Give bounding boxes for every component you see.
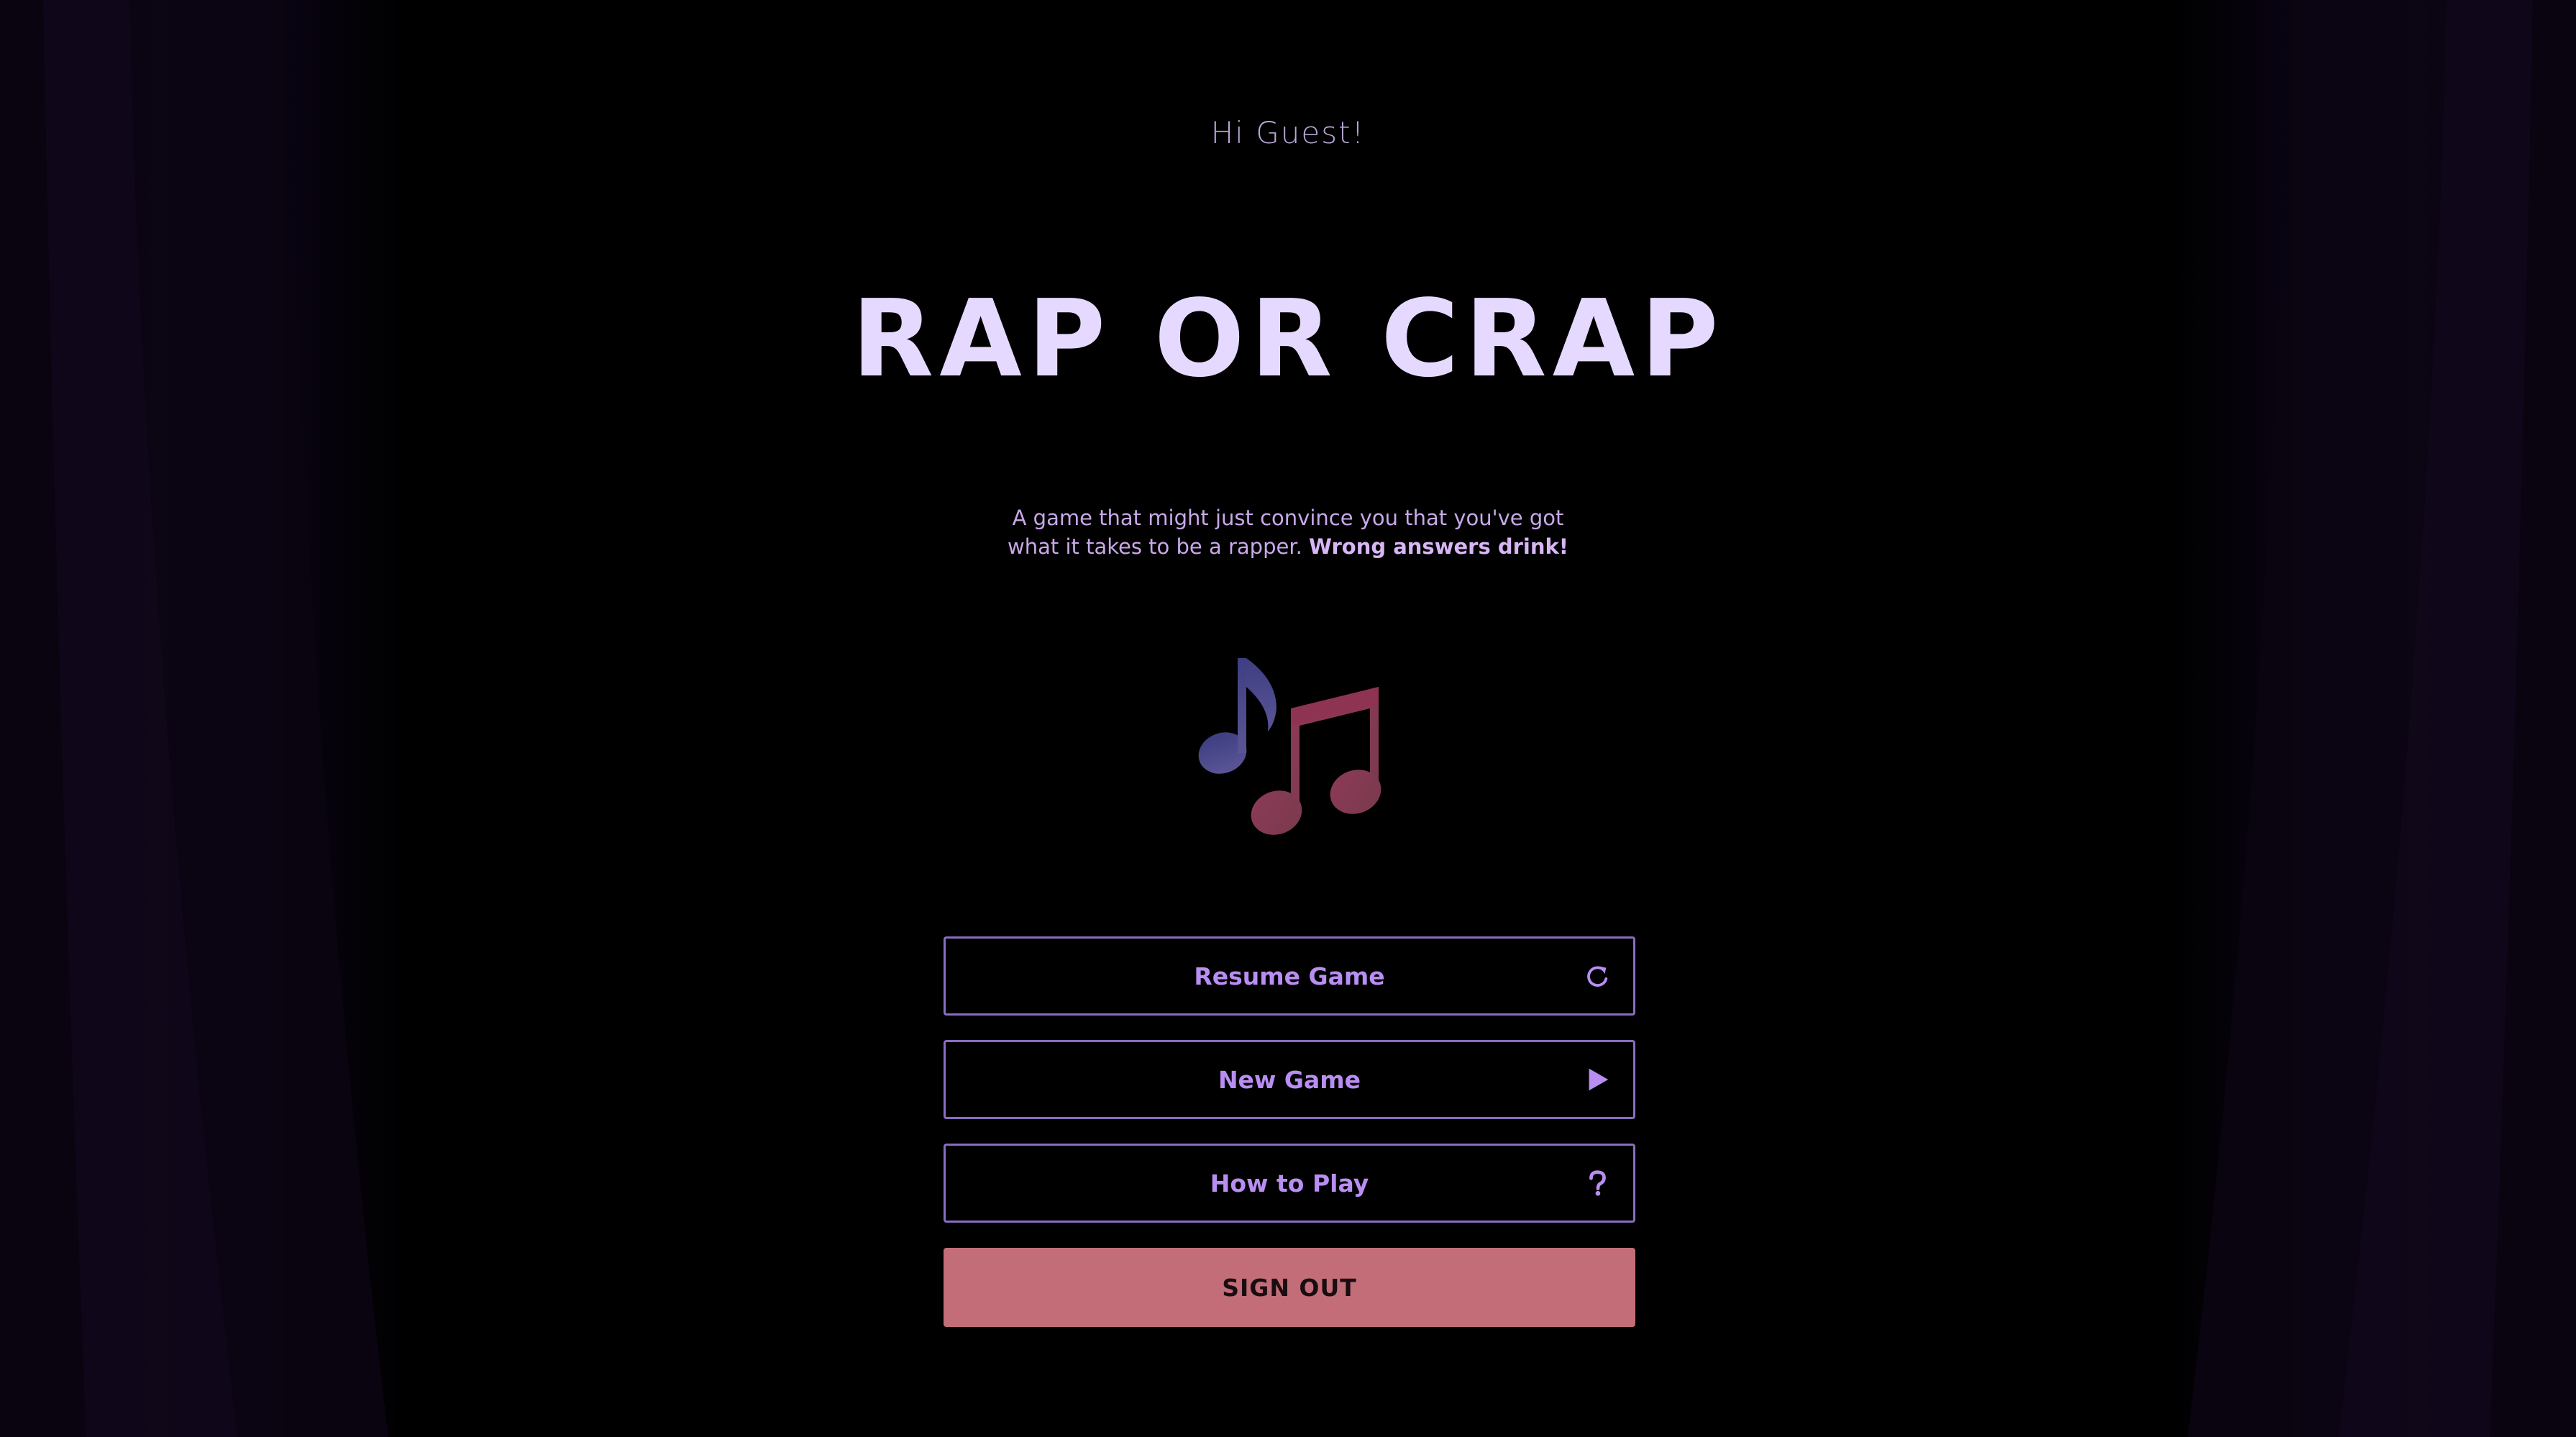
right-curtain [2173, 0, 2576, 1437]
question-icon [1583, 1169, 1612, 1198]
tagline-emphasis: Wrong answers drink! [1309, 534, 1568, 559]
resume-game-button[interactable]: Resume Game [944, 936, 1635, 1016]
tagline: A game that might just convince you that… [1000, 503, 1576, 561]
resume-game-label: Resume Game [1194, 962, 1385, 990]
sign-out-button[interactable]: SIGN OUT [944, 1248, 1635, 1327]
left-curtain [0, 0, 403, 1437]
music-notes-icon [1190, 651, 1392, 852]
play-icon [1583, 1065, 1612, 1094]
how-to-play-label: How to Play [1210, 1169, 1369, 1198]
how-to-play-button[interactable]: How to Play [944, 1144, 1635, 1223]
greeting-text: Hi Guest! [1210, 115, 1366, 150]
sign-out-label: SIGN OUT [1222, 1273, 1357, 1302]
refresh-icon [1583, 962, 1612, 990]
new-game-button[interactable]: New Game [944, 1040, 1635, 1119]
app-title: RAP OR CRAP [851, 277, 1725, 401]
new-game-label: New Game [1218, 1065, 1361, 1094]
app-screen: Hi Guest! RAP OR CRAP A game that might … [0, 0, 2576, 1437]
